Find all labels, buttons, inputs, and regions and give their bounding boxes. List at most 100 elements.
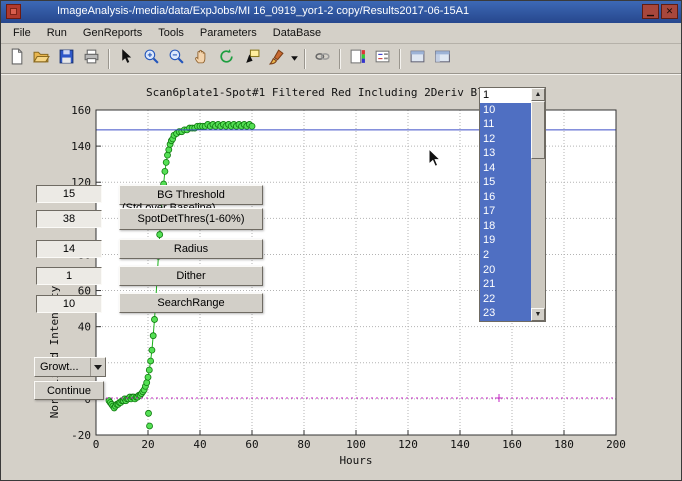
svg-text:140: 140	[450, 438, 470, 451]
dither-button[interactable]: Dither	[119, 266, 263, 286]
listbox-scrollbar[interactable]: ▲ ▼	[531, 88, 545, 321]
listbox-item-22[interactable]: 22	[480, 292, 531, 307]
mouse-cursor-icon	[428, 148, 442, 168]
svg-text:Hours: Hours	[339, 454, 372, 467]
arrow-cursor-button[interactable]	[114, 47, 139, 71]
zoom-in-icon	[143, 48, 160, 70]
svg-text:Scan6plate1-Spot#1 Filtered Re: Scan6plate1-Spot#1 Filtered Red Includin…	[146, 86, 484, 99]
data-cursor-icon	[243, 48, 260, 70]
listbox-item-12[interactable]: 12	[480, 132, 531, 147]
dither-input[interactable]	[36, 267, 102, 285]
searchrange-button[interactable]: SearchRange	[119, 293, 263, 313]
listbox: 110111213141516171819220212223 ▲ ▼	[479, 87, 546, 322]
brush-button[interactable]	[264, 47, 289, 71]
pan-hand-icon	[193, 48, 210, 70]
link-plot-icon	[314, 48, 331, 70]
listbox-item-2[interactable]: 2	[480, 248, 531, 263]
menu-item-run[interactable]: Run	[39, 24, 75, 42]
brush-menu-arrow-icon	[290, 50, 299, 68]
scroll-up-icon[interactable]: ▲	[531, 88, 545, 101]
menu-item-genreports[interactable]: GenReports	[75, 24, 150, 42]
show-plot-tools-icon	[434, 48, 451, 70]
show-plot-tools-button[interactable]	[430, 47, 455, 71]
toolbar-separator	[339, 49, 341, 69]
svg-text:20: 20	[141, 438, 154, 451]
menu-item-file[interactable]: File	[5, 24, 39, 42]
open-folder-icon	[33, 48, 50, 70]
link-plot-button[interactable]	[310, 47, 335, 71]
svg-text:200: 200	[606, 438, 626, 451]
zoom-in-button[interactable]	[139, 47, 164, 71]
toolbar	[1, 44, 681, 73]
listbox-item-13[interactable]: 13	[480, 146, 531, 161]
zoom-out-icon	[168, 48, 185, 70]
arrow-cursor-icon	[118, 48, 135, 70]
listbox-items: 110111213141516171819220212223	[480, 88, 531, 321]
hide-plot-tools-icon	[409, 48, 426, 70]
listbox-item-1[interactable]: 1	[480, 88, 531, 103]
listbox-item-17[interactable]: 17	[480, 204, 531, 219]
plot-svg: 020406080100120140160180200-200204060801…	[1, 80, 682, 481]
svg-text:140: 140	[71, 140, 91, 153]
listbox-item-16[interactable]: 16	[480, 190, 531, 205]
svg-text:-20: -20	[71, 429, 91, 442]
searchrange-input[interactable]	[36, 295, 102, 313]
insert-legend-button[interactable]	[370, 47, 395, 71]
print-button[interactable]	[79, 47, 104, 71]
growth-popup[interactable]: Growt...	[34, 357, 106, 377]
toolbar-separator	[108, 49, 110, 69]
brush-menu-arrow-button[interactable]	[289, 47, 300, 71]
listbox-item-10[interactable]: 10	[480, 103, 531, 118]
insert-colorbar-icon	[349, 48, 366, 70]
print-icon	[83, 48, 100, 70]
listbox-item-20[interactable]: 20	[480, 263, 531, 278]
figure-area: 020406080100120140160180200-200204060801…	[1, 73, 681, 480]
menu-item-database[interactable]: DataBase	[265, 24, 329, 42]
listbox-item-23[interactable]: 23	[480, 306, 531, 321]
continue-button[interactable]: Continue	[34, 381, 104, 400]
titlebar[interactable]: ImageAnalysis-/media/data/ExpJobs/MI 16_…	[1, 1, 681, 23]
new-document-button[interactable]	[4, 47, 29, 71]
bg-threshold-input[interactable]	[36, 185, 102, 203]
svg-text:100: 100	[346, 438, 366, 451]
listbox-item-18[interactable]: 18	[480, 219, 531, 234]
svg-text:160: 160	[71, 104, 91, 117]
svg-text:0: 0	[93, 438, 100, 451]
toolbar-separator	[304, 49, 306, 69]
save-button[interactable]	[54, 47, 79, 71]
growth-popup-value: Growt...	[35, 361, 90, 373]
rotate-3d-icon	[218, 48, 235, 70]
svg-text:80: 80	[297, 438, 310, 451]
listbox-item-11[interactable]: 11	[480, 117, 531, 132]
hide-plot-tools-button[interactable]	[405, 47, 430, 71]
spotdetthres-input[interactable]	[36, 210, 102, 228]
save-icon	[58, 48, 75, 70]
insert-colorbar-button[interactable]	[345, 47, 370, 71]
window-icon	[6, 4, 21, 19]
scroll-thumb[interactable]	[531, 101, 545, 159]
close-button[interactable]: ✕	[661, 4, 678, 19]
listbox-item-15[interactable]: 15	[480, 175, 531, 190]
pan-hand-button[interactable]	[189, 47, 214, 71]
scroll-down-icon[interactable]: ▼	[531, 308, 545, 321]
svg-text:160: 160	[502, 438, 522, 451]
zoom-out-button[interactable]	[164, 47, 189, 71]
minimize-button[interactable]: ▁	[642, 4, 659, 19]
radius-input[interactable]	[36, 240, 102, 258]
menu-item-tools[interactable]: Tools	[150, 24, 192, 42]
svg-text:40: 40	[78, 321, 91, 334]
data-cursor-button[interactable]	[239, 47, 264, 71]
listbox-item-14[interactable]: 14	[480, 161, 531, 176]
radius-button[interactable]: Radius	[119, 239, 263, 259]
rotate-3d-button[interactable]	[214, 47, 239, 71]
popup-arrow-icon[interactable]	[90, 358, 105, 376]
listbox-item-21[interactable]: 21	[480, 277, 531, 292]
spotdetthres-button[interactable]: SpotDetThres(1-60%)	[119, 208, 263, 230]
open-folder-button[interactable]	[29, 47, 54, 71]
toolbar-separator	[399, 49, 401, 69]
menu-item-parameters[interactable]: Parameters	[192, 24, 265, 42]
svg-text:40: 40	[193, 438, 206, 451]
listbox-item-19[interactable]: 19	[480, 233, 531, 248]
new-document-icon	[8, 48, 25, 70]
svg-text:60: 60	[245, 438, 258, 451]
